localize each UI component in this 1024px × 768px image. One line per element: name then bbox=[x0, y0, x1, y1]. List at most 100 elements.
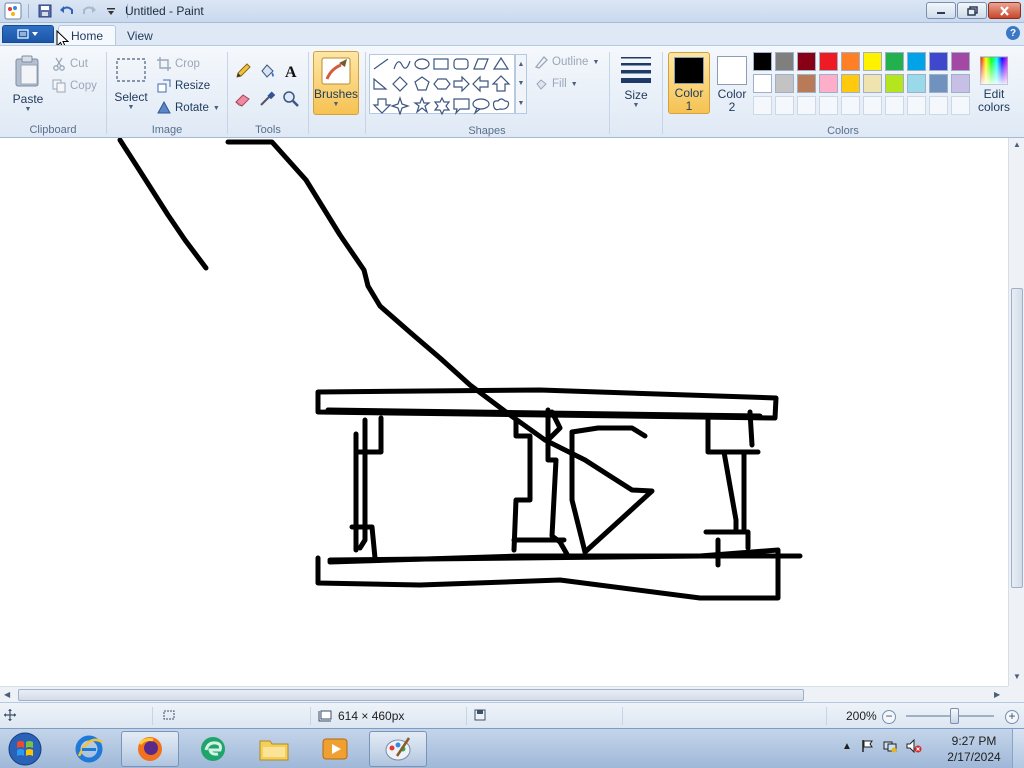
palette-color-swatch[interactable] bbox=[929, 52, 948, 71]
more-shapes-icon[interactable]: ▼ bbox=[518, 100, 525, 107]
restore-button[interactable] bbox=[957, 2, 987, 19]
palette-custom-slot[interactable] bbox=[797, 96, 816, 115]
canvas-area[interactable] bbox=[0, 138, 1008, 686]
fill-button[interactable]: Fill ▼ bbox=[534, 77, 578, 91]
chevron-down-icon[interactable]: ▼ bbox=[518, 80, 525, 87]
palette-custom-slot[interactable] bbox=[863, 96, 882, 115]
palette-custom-slot[interactable] bbox=[819, 96, 838, 115]
horizontal-scrollbar[interactable]: ◀ ▶ bbox=[0, 686, 1008, 702]
customize-qat-icon[interactable] bbox=[101, 2, 121, 20]
window-controls bbox=[926, 2, 1021, 19]
close-button[interactable] bbox=[988, 2, 1021, 19]
colors-group-label: Colors bbox=[827, 125, 859, 137]
taskbar-clock[interactable]: 9:27 PM 2/17/2024 bbox=[942, 733, 1006, 765]
text-icon[interactable]: A bbox=[280, 60, 302, 82]
group-separator bbox=[609, 52, 610, 134]
network-icon[interactable] bbox=[882, 739, 898, 753]
outline-button[interactable]: Outline ▼ bbox=[534, 55, 599, 69]
palette-color-swatch[interactable] bbox=[775, 52, 794, 71]
scroll-down-icon[interactable]: ▼ bbox=[1013, 672, 1021, 681]
palette-color-swatch[interactable] bbox=[819, 52, 838, 71]
palette-color-swatch[interactable] bbox=[863, 52, 882, 71]
palette-custom-slot[interactable] bbox=[951, 96, 970, 115]
chevron-up-icon[interactable]: ▲ bbox=[518, 61, 525, 68]
fill-icon[interactable] bbox=[256, 60, 278, 82]
palette-custom-slot[interactable] bbox=[753, 96, 772, 115]
undo-icon[interactable] bbox=[57, 2, 77, 20]
palette-color-swatch[interactable] bbox=[863, 74, 882, 93]
chevron-down-icon: ▼ bbox=[24, 106, 32, 113]
show-desktop-button[interactable] bbox=[1012, 729, 1024, 768]
zoom-out-button[interactable]: − bbox=[882, 710, 896, 724]
status-divider bbox=[622, 707, 623, 725]
palette-color-swatch[interactable] bbox=[951, 52, 970, 71]
palette-color-swatch[interactable] bbox=[797, 52, 816, 71]
paint-menu-button[interactable] bbox=[2, 25, 54, 43]
ribbon-home: Paste ▼ Cut Copy Clipboard Select ▼ Crop… bbox=[0, 45, 1024, 138]
palette-custom-slot[interactable] bbox=[775, 96, 794, 115]
palette-color-swatch[interactable] bbox=[819, 74, 838, 93]
palette-custom-slot[interactable] bbox=[907, 96, 926, 115]
scroll-right-icon[interactable]: ▶ bbox=[994, 690, 1000, 699]
horizontal-scroll-thumb[interactable] bbox=[18, 689, 804, 701]
palette-color-swatch[interactable] bbox=[929, 74, 948, 93]
color1-button[interactable]: Color 1 bbox=[668, 52, 710, 114]
crop-button[interactable]: Crop bbox=[157, 57, 200, 71]
scissors-icon bbox=[53, 57, 65, 71]
media-player-taskbar-icon[interactable] bbox=[306, 731, 364, 767]
paint-app-icon[interactable] bbox=[4, 2, 22, 20]
palette-color-swatch[interactable] bbox=[907, 74, 926, 93]
size-button[interactable]: Size ▼ bbox=[616, 54, 656, 109]
color2-button[interactable]: Color 2 bbox=[711, 52, 753, 114]
palette-color-swatch[interactable] bbox=[885, 52, 904, 71]
select-button[interactable]: Select ▼ bbox=[113, 56, 149, 111]
save-icon[interactable] bbox=[35, 2, 55, 20]
palette-color-swatch[interactable] bbox=[753, 74, 772, 93]
edge-taskbar-icon[interactable] bbox=[184, 731, 242, 767]
eraser-icon[interactable] bbox=[232, 88, 254, 110]
rotate-button[interactable]: Rotate ▼ bbox=[157, 101, 220, 115]
scroll-left-icon[interactable]: ◀ bbox=[4, 690, 10, 699]
minimize-button[interactable] bbox=[926, 2, 956, 19]
palette-custom-slot[interactable] bbox=[841, 96, 860, 115]
palette-color-swatch[interactable] bbox=[885, 74, 904, 93]
color-picker-icon[interactable] bbox=[256, 88, 278, 110]
chevron-down-icon: ▼ bbox=[632, 102, 640, 109]
palette-color-swatch[interactable] bbox=[753, 52, 772, 71]
status-divider bbox=[466, 707, 467, 725]
vertical-scroll-thumb[interactable] bbox=[1011, 288, 1023, 588]
palette-color-swatch[interactable] bbox=[841, 52, 860, 71]
palette-color-swatch[interactable] bbox=[907, 52, 926, 71]
paste-button[interactable]: Paste ▼ bbox=[8, 54, 48, 113]
zoom-slider-thumb[interactable] bbox=[950, 708, 959, 724]
palette-color-swatch[interactable] bbox=[841, 74, 860, 93]
palette-custom-slot[interactable] bbox=[929, 96, 948, 115]
volume-muted-icon[interactable] bbox=[906, 739, 922, 753]
show-hidden-icons-icon[interactable]: ▲ bbox=[842, 741, 852, 752]
clock-time: 9:27 PM bbox=[951, 734, 997, 748]
zoom-in-button[interactable]: + bbox=[1005, 710, 1019, 724]
palette-custom-slot[interactable] bbox=[885, 96, 904, 115]
paint-taskbar-icon[interactable] bbox=[369, 731, 427, 767]
pencil-icon[interactable] bbox=[232, 60, 254, 82]
scroll-up-icon[interactable]: ▲ bbox=[1013, 140, 1021, 149]
tab-view[interactable]: View bbox=[115, 25, 165, 46]
firefox-taskbar-icon[interactable] bbox=[121, 731, 179, 767]
shapes-gallery-scroll[interactable]: ▲ ▼ ▼ bbox=[515, 54, 527, 114]
resize-button[interactable]: Resize bbox=[157, 79, 210, 93]
internet-explorer-taskbar-icon[interactable] bbox=[60, 731, 118, 767]
brushes-button[interactable]: Brushes ▼ bbox=[313, 51, 359, 115]
palette-color-swatch[interactable] bbox=[951, 74, 970, 93]
start-button[interactable] bbox=[4, 731, 46, 767]
cut-button[interactable]: Cut bbox=[52, 57, 88, 71]
vertical-scrollbar[interactable]: ▲ ▼ bbox=[1008, 138, 1024, 686]
file-explorer-taskbar-icon[interactable] bbox=[245, 731, 303, 767]
magnifier-icon[interactable] bbox=[280, 88, 302, 110]
help-icon[interactable]: ? bbox=[1006, 26, 1020, 40]
palette-color-swatch[interactable] bbox=[797, 74, 816, 93]
palette-color-swatch[interactable] bbox=[775, 74, 794, 93]
action-center-flag-icon[interactable] bbox=[860, 739, 874, 753]
drawing-canvas[interactable] bbox=[0, 138, 1008, 686]
copy-button[interactable]: Copy bbox=[52, 79, 97, 93]
edit-colors-button[interactable]: Edit colors bbox=[973, 52, 1015, 114]
